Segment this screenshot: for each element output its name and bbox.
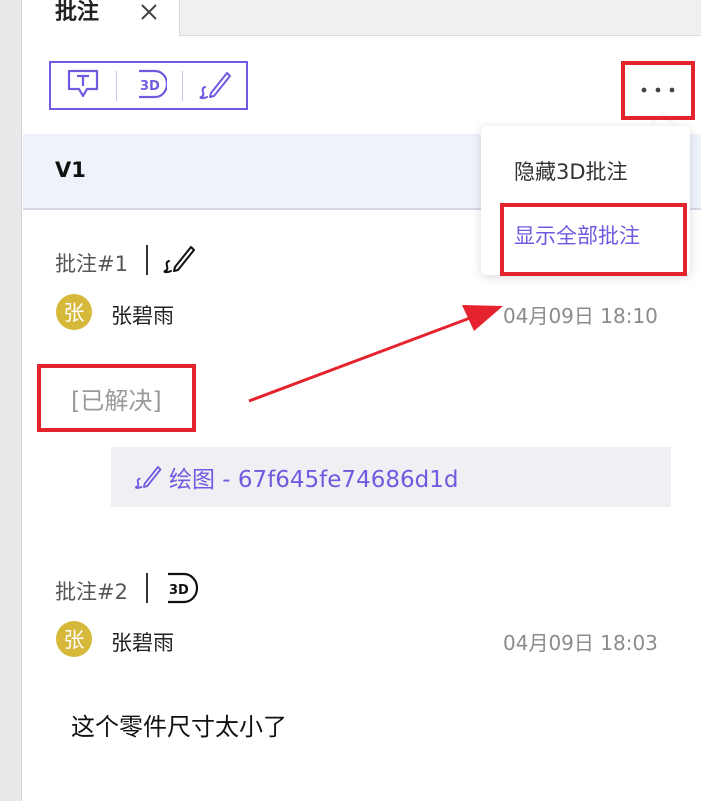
svg-text:3D: 3D <box>140 79 160 94</box>
note-divider <box>146 573 148 603</box>
more-menu: 隐藏3D批注 显示全部批注 <box>481 126 690 275</box>
drawing-link-label: 绘图 - 67f645fe74686d1d <box>169 467 459 493</box>
version-label: V1 <box>55 158 86 182</box>
menu-item-hide-3d[interactable]: 隐藏3D批注 <box>514 156 628 186</box>
note-content: 这个零件尺寸太小了 <box>71 713 287 741</box>
tool-divider <box>116 71 117 101</box>
avatar: 张 <box>56 621 92 657</box>
note-time: 04月09日 18:03 <box>503 631 658 655</box>
note-title: 批注#1 <box>55 252 128 276</box>
tool-divider <box>182 71 183 101</box>
text-note-icon <box>65 67 101 105</box>
pen-button[interactable] <box>195 67 235 105</box>
more-button[interactable] <box>628 64 688 114</box>
note-title: 批注#2 <box>55 580 128 604</box>
note-time: 04月09日 18:10 <box>503 304 658 328</box>
note-author: 张碧雨 <box>111 304 174 328</box>
3d-note-icon: 3D <box>160 570 199 610</box>
resolved-status: [已解决] <box>71 387 162 415</box>
tab-label: 批注 <box>55 0 100 25</box>
3d-note-button[interactable]: 3D <box>129 67 169 105</box>
pen-icon <box>197 67 233 105</box>
drawing-link[interactable]: 绘图 - 67f645fe74686d1d <box>111 447 671 507</box>
svg-text:3D: 3D <box>169 583 189 598</box>
text-note-button[interactable] <box>63 67 103 105</box>
annotation-tools: 3D <box>49 61 248 110</box>
3d-note-icon: 3D <box>131 67 169 105</box>
menu-item-show-all[interactable]: 显示全部批注 <box>514 220 640 250</box>
left-edge <box>0 0 22 801</box>
annotation-panel: 批注 3D V1 批注#1 张 张碧雨 04月09日 18:10 [已解决] 绘… <box>0 0 701 801</box>
pen-icon <box>161 241 197 281</box>
avatar: 张 <box>56 294 92 330</box>
note-author: 张碧雨 <box>111 631 174 655</box>
close-icon[interactable] <box>138 0 162 26</box>
more-dots-icon <box>638 80 678 99</box>
note-divider <box>146 245 148 275</box>
tab-annotations[interactable]: 批注 <box>22 0 180 37</box>
pen-icon <box>133 462 163 492</box>
